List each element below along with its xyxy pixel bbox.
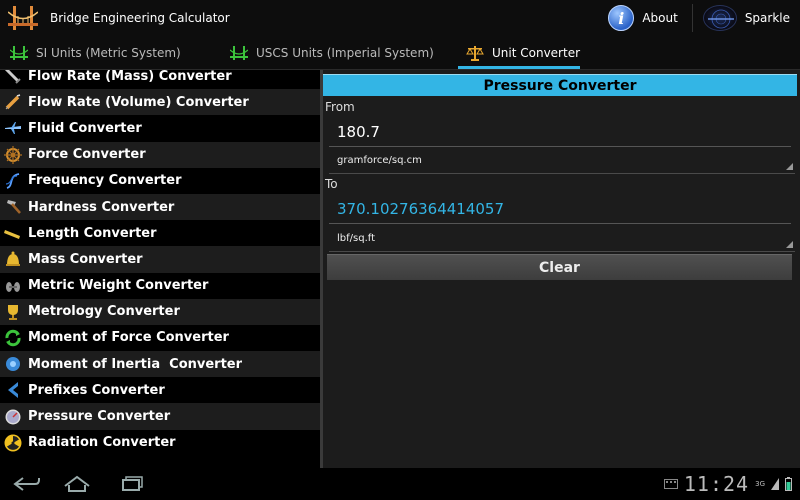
weights-icon xyxy=(3,276,23,296)
list-item-label: Mass Converter xyxy=(28,251,143,267)
list-item-label: Pressure Converter xyxy=(28,409,171,425)
ships-wheel-icon xyxy=(3,145,23,165)
list-item-label: Moment of Inertia Converter xyxy=(28,356,243,372)
clear-button[interactable]: Clear xyxy=(327,254,792,280)
list-item[interactable]: Frequency Converter xyxy=(0,168,320,194)
back-button[interactable] xyxy=(2,468,52,500)
bridge-icon xyxy=(9,44,29,62)
list-item-label: Flow Rate (Volume) Converter xyxy=(28,94,249,110)
to-unit-select[interactable]: lbf/sq.ft xyxy=(329,226,795,252)
radiation-icon xyxy=(3,433,23,453)
clock[interactable]: 11:24 xyxy=(684,472,749,496)
tab-unit-converter[interactable]: Unit Converter xyxy=(456,36,582,70)
to-label: To xyxy=(325,177,338,191)
from-unit-select[interactable]: gramforce/sq.cm xyxy=(329,148,795,174)
list-item-label: Prefixes Converter xyxy=(28,382,165,398)
flow-mass-icon xyxy=(3,70,23,86)
back-icon xyxy=(13,477,40,491)
list-item-label: Hardness Converter xyxy=(28,199,175,215)
list-item[interactable]: Moment of Inertia Converter xyxy=(0,351,320,378)
list-item-label: Length Converter xyxy=(28,225,157,241)
list-item[interactable]: Metric Weight Converter xyxy=(0,273,320,299)
home-icon xyxy=(64,475,90,492)
home-button[interactable] xyxy=(52,468,102,500)
syringe-icon xyxy=(3,92,23,112)
signal-icon xyxy=(771,478,779,490)
app-title: Bridge Engineering Calculator xyxy=(50,11,230,25)
tab-bar: SI Units (Metric System) USCS Units (Imp… xyxy=(0,36,800,70)
keyboard-icon xyxy=(663,479,678,489)
sparkle-logo-icon xyxy=(702,5,737,31)
battery-icon xyxy=(785,477,792,491)
recent-apps-icon xyxy=(122,476,143,491)
tab-label: SI Units (Metric System) xyxy=(36,46,181,60)
ruler-icon xyxy=(3,223,23,243)
from-label: From xyxy=(325,100,355,114)
to-value-output[interactable]: 370.10276364414057 xyxy=(329,194,791,224)
action-separator xyxy=(691,4,693,32)
gauge-icon xyxy=(3,407,23,427)
about-label: About xyxy=(642,11,678,25)
sparkle-label: Sparkle xyxy=(744,11,790,25)
list-item[interactable]: Flow Rate (Mass) Converter xyxy=(0,70,320,89)
list-item-label: Metrology Converter xyxy=(28,304,180,320)
list-item[interactable]: Fluid Converter xyxy=(0,115,320,141)
trophy-icon xyxy=(3,302,23,322)
info-icon: i xyxy=(608,5,635,31)
scale-icon xyxy=(466,44,484,62)
bell-icon xyxy=(3,249,23,269)
tab-label: USCS Units (Imperial System) xyxy=(256,46,434,60)
list-item[interactable]: Hardness Converter xyxy=(0,193,320,221)
about-button[interactable]: i About xyxy=(602,0,687,36)
list-item[interactable]: Metrology Converter xyxy=(0,298,320,325)
list-item[interactable]: Radiation Converter xyxy=(0,430,320,456)
chevron-left-icon xyxy=(3,380,23,400)
list-item-label: Radiation Converter xyxy=(28,435,176,451)
list-item-label: Frequency Converter xyxy=(28,173,182,189)
hammer-icon xyxy=(3,197,23,217)
list-item-label: Fluid Converter xyxy=(28,120,142,136)
bridge-icon xyxy=(229,44,249,62)
list-item-label: Force Converter xyxy=(28,147,146,163)
tab-label: Unit Converter xyxy=(492,46,581,60)
from-unit-value: gramforce/sq.cm xyxy=(337,155,422,166)
list-item[interactable]: Flow Rate (Volume) Converter xyxy=(0,89,320,116)
tab-si-units[interactable]: SI Units (Metric System) xyxy=(0,36,220,70)
converter-title: Pressure Converter xyxy=(323,74,797,96)
list-item[interactable]: Moment of Force Converter xyxy=(0,325,320,351)
bridge-app-icon[interactable] xyxy=(7,3,39,33)
list-item[interactable]: Mass Converter xyxy=(0,246,320,273)
sparkle-button[interactable]: Sparkle xyxy=(697,0,800,36)
recent-apps-button[interactable] xyxy=(108,468,158,500)
list-item-label: Moment of Force Converter xyxy=(28,330,229,346)
action-bar: Bridge Engineering Calculator i About Sp… xyxy=(0,0,800,36)
inertia-icon xyxy=(3,354,23,374)
list-item-label: Metric Weight Converter xyxy=(28,278,209,294)
spinner-arrow-icon xyxy=(786,163,793,170)
list-item[interactable]: Force Converter xyxy=(0,141,320,168)
to-unit-value: lbf/sq.ft xyxy=(337,233,376,244)
helix-icon xyxy=(3,171,23,191)
converter-list[interactable]: Flow Rate (Mass) Converter Flow Rate (Vo… xyxy=(0,70,320,468)
spinner-arrow-icon xyxy=(786,241,793,248)
system-bar: 11:24 3G xyxy=(0,468,800,500)
cycle-arrows-icon xyxy=(3,328,23,348)
tab-uscs-units[interactable]: USCS Units (Imperial System) xyxy=(220,36,456,70)
list-item[interactable]: Prefixes Converter xyxy=(0,377,320,403)
list-item[interactable]: Pressure Converter xyxy=(0,403,320,430)
from-value-input[interactable]: 180.7 xyxy=(329,117,791,147)
list-item[interactable]: Length Converter xyxy=(0,220,320,246)
airplane-icon xyxy=(3,118,23,138)
list-item-label: Flow Rate (Mass) Converter xyxy=(28,70,232,84)
converter-panel: Pressure Converter From 180.7 gramforce/… xyxy=(323,70,800,468)
network-type: 3G xyxy=(755,480,765,488)
